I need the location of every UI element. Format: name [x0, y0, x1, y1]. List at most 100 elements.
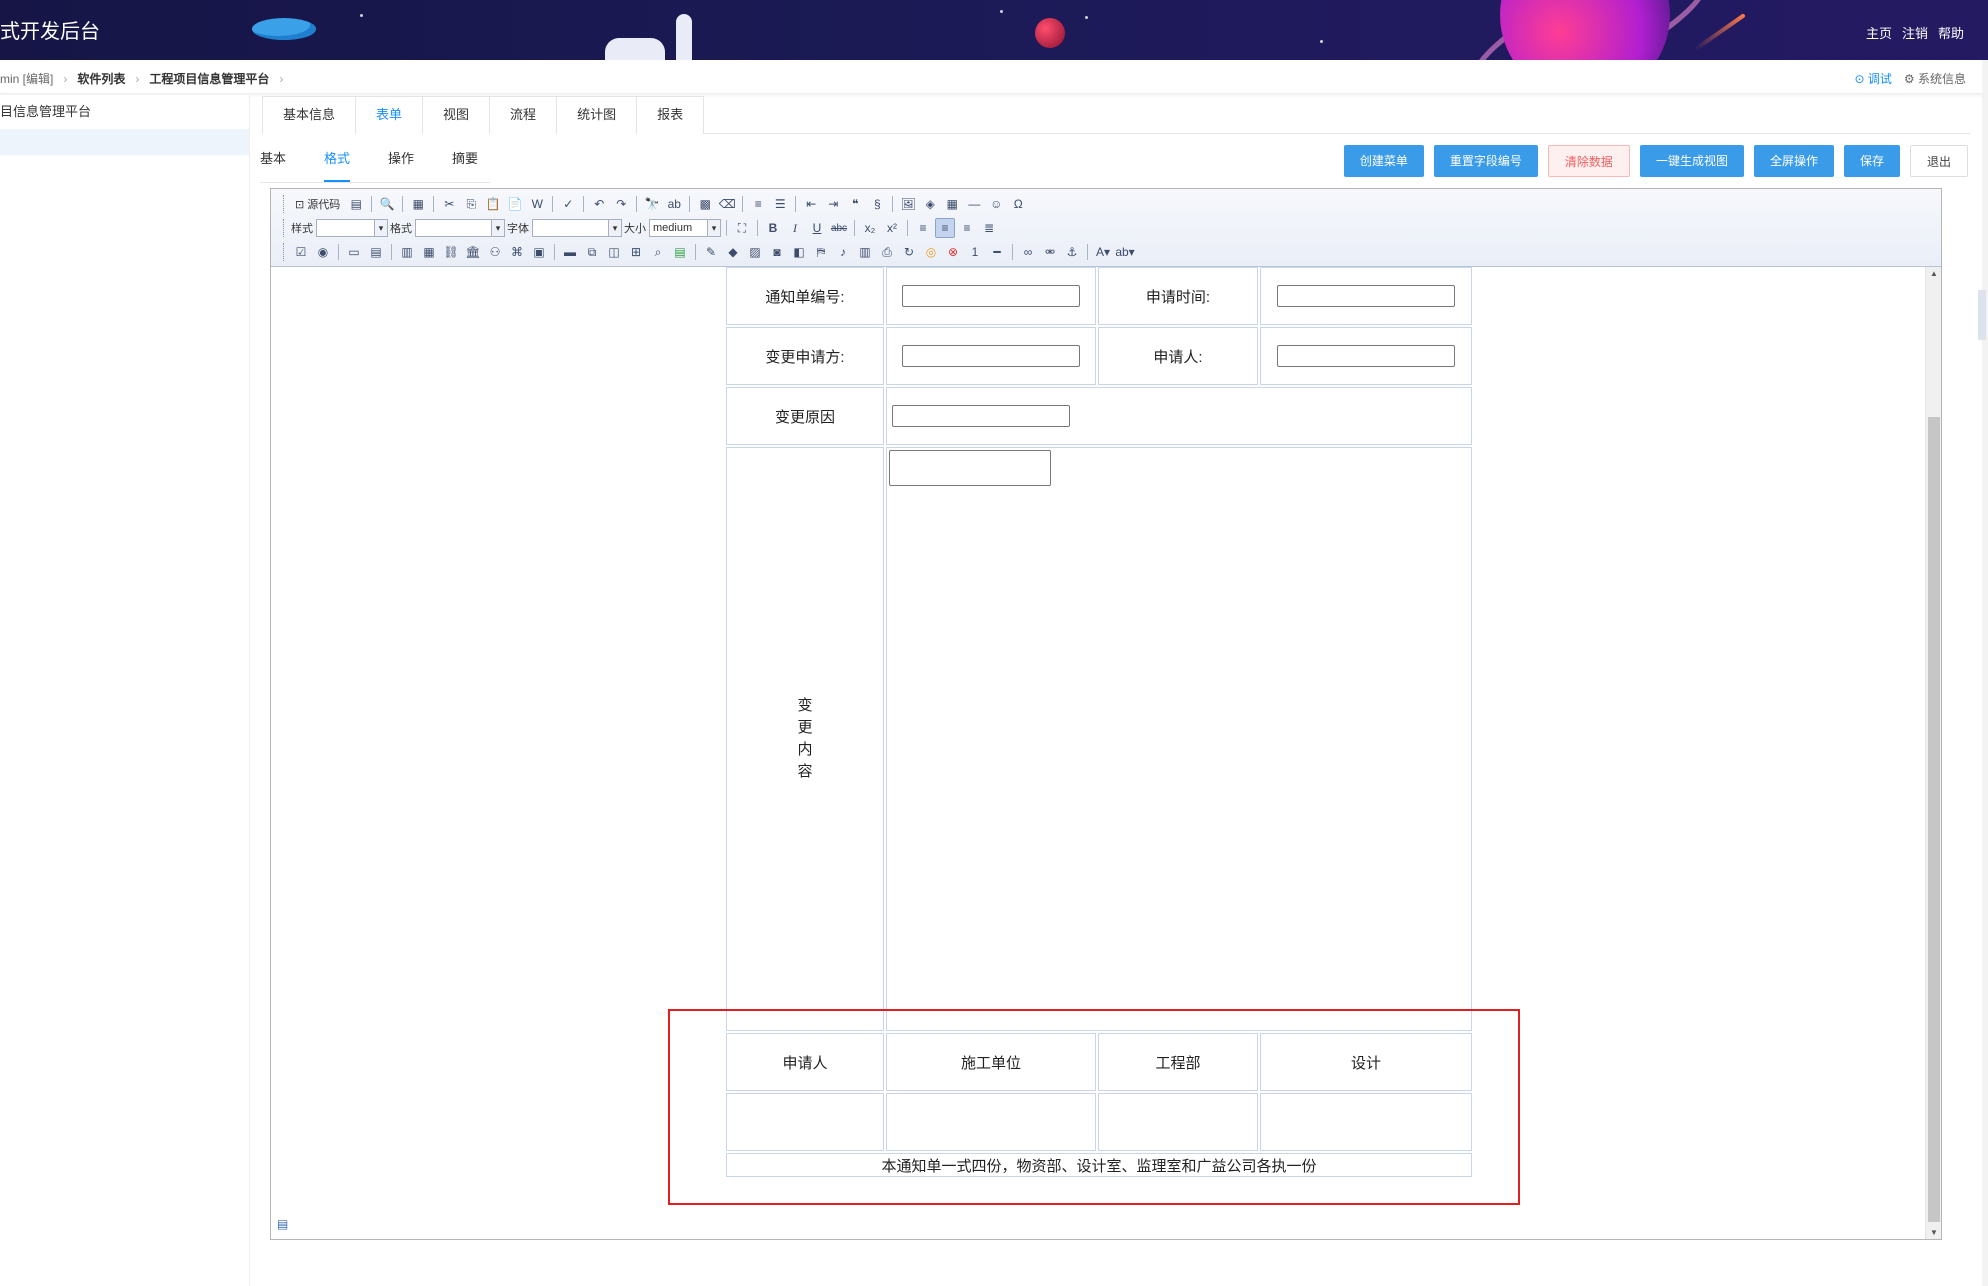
scrollbar-thumb[interactable] — [1928, 417, 1940, 1222]
background-color-icon[interactable]: ab▾ — [1115, 242, 1135, 262]
apply-time-input[interactable] — [1277, 285, 1455, 307]
paste-text-icon[interactable]: 📄 — [505, 194, 525, 214]
checkbox-icon[interactable]: ☑ — [291, 242, 311, 262]
font-dropdown[interactable] — [532, 219, 622, 237]
tab-flow[interactable]: 流程 — [489, 96, 558, 134]
layers-icon[interactable]: ◆ — [723, 242, 743, 262]
style-dropdown[interactable] — [316, 219, 388, 237]
align-center-icon[interactable]: ≡ — [935, 218, 955, 238]
line-icon[interactable]: ▬ — [560, 242, 580, 262]
breadcrumb-user[interactable]: min [编辑] — [0, 70, 53, 87]
sign-contractor-cell[interactable] — [886, 1093, 1096, 1151]
system-info-link[interactable]: ⚙ 系统信息 — [1904, 70, 1966, 87]
numbered-list-icon[interactable]: ≡ — [748, 194, 768, 214]
pen-icon[interactable]: ✎ — [701, 242, 721, 262]
format-dropdown[interactable] — [415, 219, 505, 237]
source-code-button[interactable]: ⊡ 源代码 — [291, 194, 344, 214]
align-right-icon[interactable]: ≡ — [957, 218, 977, 238]
divider-icon[interactable]: ━ — [987, 242, 1007, 262]
select-icon[interactable]: ⊞ — [626, 242, 646, 262]
change-reason-input[interactable] — [892, 405, 1070, 427]
flash-icon[interactable]: ◈ — [920, 194, 940, 214]
subtab-format[interactable]: 格式 — [324, 148, 351, 182]
font-combo[interactable]: 字体 — [507, 219, 622, 237]
paste-icon[interactable]: 📋 — [483, 194, 503, 214]
smiley-icon[interactable]: ☺ — [986, 194, 1006, 214]
breadcrumb-software-list[interactable]: 软件列表 — [77, 70, 125, 87]
text-color-icon[interactable]: A▾ — [1093, 242, 1113, 262]
chart-icon[interactable]: ◧ — [789, 242, 809, 262]
stop-icon[interactable]: ⊗ — [943, 242, 963, 262]
size-combo[interactable]: 大小 medium — [624, 219, 721, 237]
copy-icon[interactable]: ⎘ — [461, 194, 481, 214]
color-wheel-icon[interactable]: ◎ — [921, 242, 941, 262]
align-justify-icon[interactable]: ≣ — [979, 218, 999, 238]
window-icon[interactable]: ◫ — [604, 242, 624, 262]
exit-button[interactable]: 退出 — [1909, 145, 1968, 177]
save-button[interactable]: 保存 — [1843, 145, 1900, 177]
editor-scrollbar[interactable]: ▲ ▼ — [1925, 267, 1941, 1239]
format-combo[interactable]: 格式 — [390, 219, 505, 237]
tab-view[interactable]: 视图 — [422, 96, 491, 134]
reset-field-numbers-button[interactable]: 重置字段编号 — [1433, 145, 1538, 177]
subtab-basic[interactable]: 基本 — [260, 148, 286, 182]
preview-icon[interactable]: 🔍 — [377, 194, 397, 214]
subtab-summary[interactable]: 摘要 — [452, 148, 478, 182]
sidebar-item-platform[interactable]: 目信息管理平台 — [0, 95, 249, 129]
blockquote-icon[interactable]: ❝ — [845, 194, 865, 214]
spellcheck-icon[interactable]: ✓ — [558, 194, 578, 214]
subtab-operation[interactable]: 操作 — [388, 148, 414, 182]
tab-report[interactable]: 报表 — [636, 96, 705, 134]
paste-word-icon[interactable]: W — [527, 194, 547, 214]
change-content-textarea[interactable] — [889, 450, 1051, 486]
breadcrumb-platform[interactable]: 工程项目信息管理平台 — [149, 70, 269, 87]
clear-data-button[interactable]: 清除数据 — [1547, 145, 1630, 177]
redo-icon[interactable]: ↷ — [611, 194, 631, 214]
scroll-up-icon[interactable]: ▲ — [1926, 269, 1941, 278]
generate-view-button[interactable]: 一键生成视图 — [1639, 145, 1744, 177]
list-field-icon[interactable]: ▤ — [670, 242, 690, 262]
tab-chart[interactable]: 统计图 — [556, 96, 638, 134]
style-combo[interactable]: 样式 — [291, 219, 388, 237]
italic-icon[interactable]: I — [785, 218, 805, 238]
sign-design-cell[interactable] — [1260, 1093, 1472, 1151]
scroll-down-icon[interactable]: ▼ — [1926, 1228, 1941, 1237]
form-field-icon[interactable]: ▥ — [397, 242, 417, 262]
outdent-icon[interactable]: ⇤ — [801, 194, 821, 214]
link-icon[interactable]: ∞ — [1018, 242, 1038, 262]
image-icon[interactable]: 🖼 — [898, 194, 918, 214]
calendar-icon[interactable]: ▦ — [419, 242, 439, 262]
logout-link[interactable]: 注销 — [1902, 23, 1928, 42]
notice-no-input[interactable] — [902, 285, 1080, 307]
tree-icon[interactable]: ⌘ — [507, 242, 527, 262]
bulleted-list-icon[interactable]: ☰ — [770, 194, 790, 214]
camera-icon[interactable]: ◙ — [767, 242, 787, 262]
refresh-icon[interactable]: ↻ — [899, 242, 919, 262]
bold-icon[interactable]: B — [763, 218, 783, 238]
page-scrollbar[interactable] — [1978, 60, 1988, 1286]
textfield-icon[interactable]: ▭ — [344, 242, 364, 262]
bank-icon[interactable]: 🏛 — [463, 242, 483, 262]
dialog-icon[interactable]: ▣ — [529, 242, 549, 262]
remove-format-icon[interactable]: ⌫ — [717, 194, 737, 214]
underline-icon[interactable]: U — [807, 218, 827, 238]
sign-engineering-cell[interactable] — [1098, 1093, 1258, 1151]
sign-applicant-cell[interactable] — [726, 1093, 884, 1151]
replace-icon[interactable]: ab — [664, 194, 684, 214]
map-icon[interactable]: ⛿ — [811, 242, 831, 262]
strikethrough-icon[interactable]: abc — [829, 218, 849, 238]
debug-link[interactable]: ⊙ 调试 — [1855, 70, 1892, 87]
textarea-icon[interactable]: ▤ — [366, 242, 386, 262]
superscript-icon[interactable]: x² — [882, 218, 902, 238]
fullscreen-button[interactable]: 全屏操作 — [1753, 145, 1834, 177]
tab-form[interactable]: 表单 — [355, 96, 424, 134]
attachment-icon[interactable]: ⎙ — [877, 242, 897, 262]
unlink-icon[interactable]: ⚮ — [1040, 242, 1060, 262]
applicant-input[interactable] — [1277, 345, 1455, 367]
editor-canvas[interactable]: 通知单编号: 申请时间: 变更申请方: 申请人: 变更原因 变更内容 申请人 施… — [271, 267, 1941, 1239]
copy-field-icon[interactable]: ⧉ — [582, 242, 602, 262]
horizontal-rule-icon[interactable]: ― — [964, 194, 984, 214]
barcode-icon[interactable]: ▥ — [855, 242, 875, 262]
indent-icon[interactable]: ⇥ — [823, 194, 843, 214]
link-field-icon[interactable]: ⛓ — [441, 242, 461, 262]
